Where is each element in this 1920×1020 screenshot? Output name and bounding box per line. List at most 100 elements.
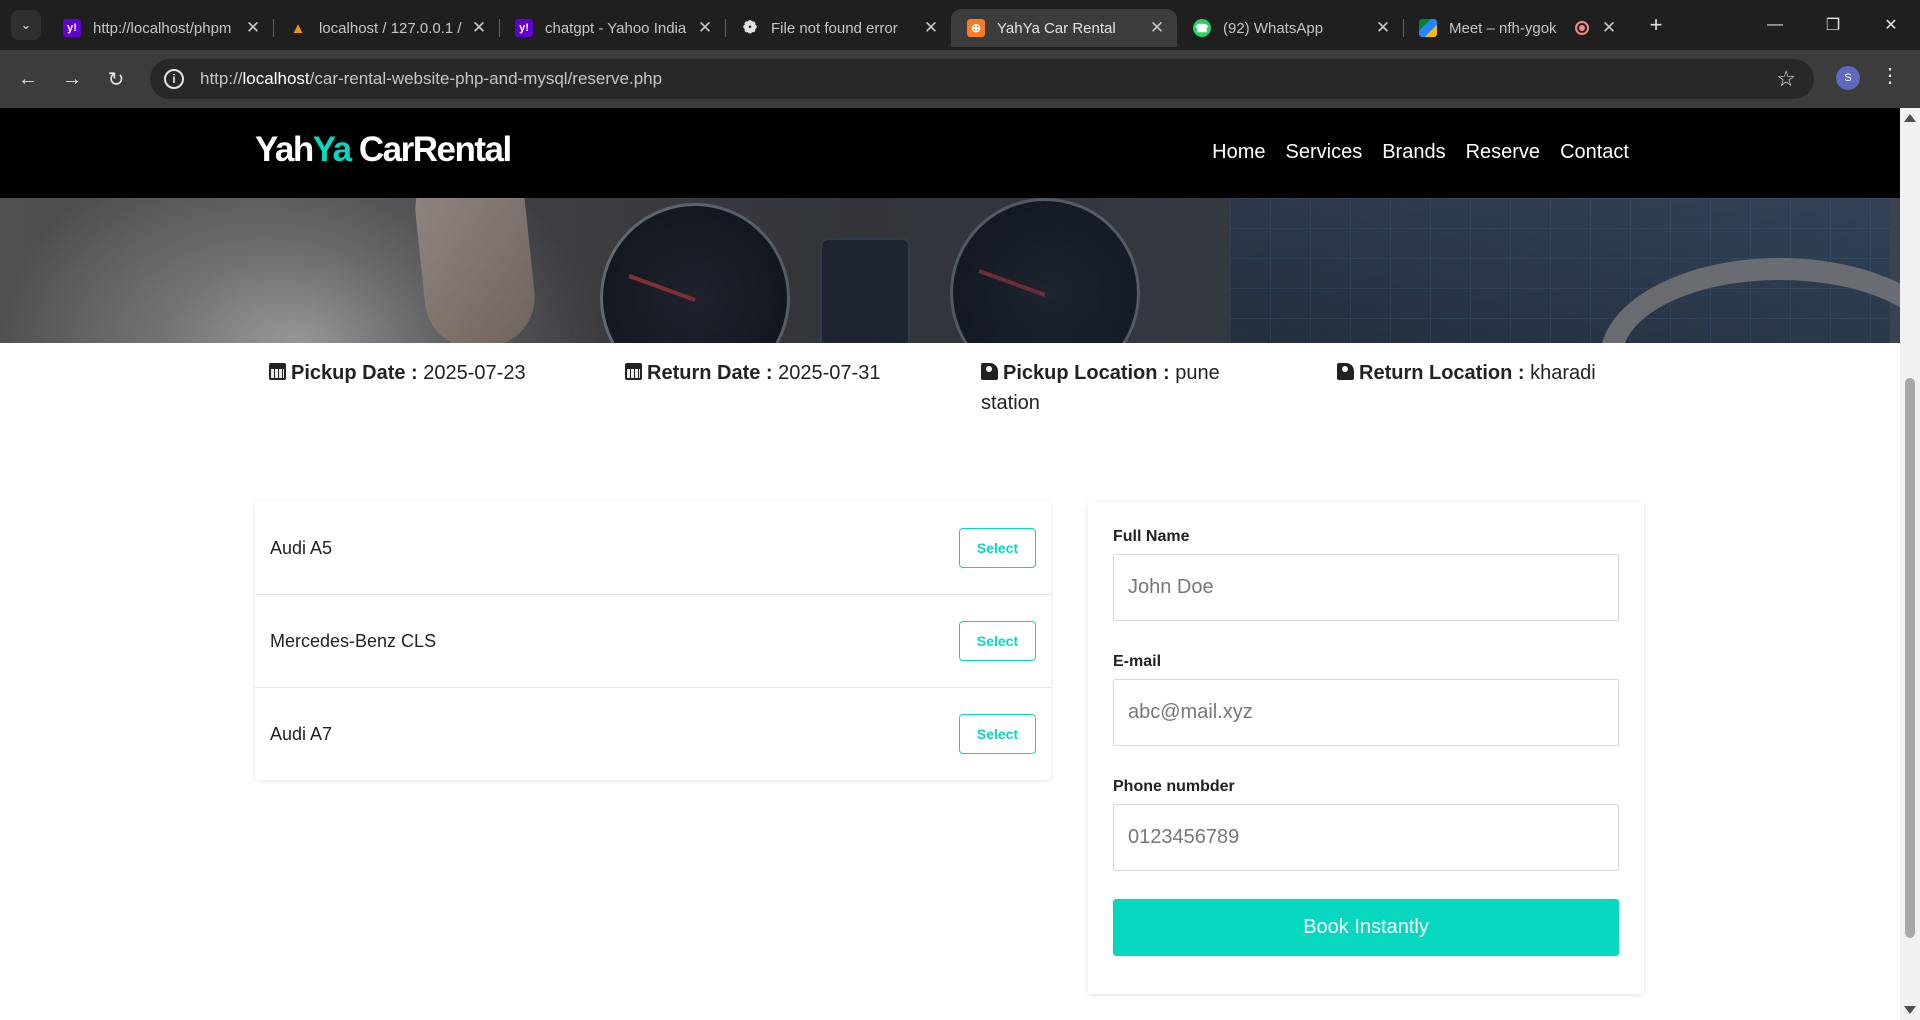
return-date-summary: Return Date : 2025-07-31 — [625, 358, 945, 388]
browser-tab[interactable]: ☎ (92) WhatsApp ✕ — [1177, 9, 1403, 47]
close-icon[interactable]: ✕ — [469, 18, 489, 38]
pickup-date-summary: Pickup Date : 2025-07-23 — [269, 358, 589, 388]
nav-brands[interactable]: Brands — [1382, 141, 1445, 164]
phone-label: Phone numbder — [1113, 778, 1235, 795]
return-location-summary: Return Location : kharadi — [1337, 358, 1657, 388]
browser-tab[interactable]: ▲ localhost / 127.0.0.1 / ✕ — [273, 9, 499, 47]
logo-text-part: CarRental — [350, 130, 512, 169]
site-logo[interactable]: YahYa CarRental — [255, 130, 512, 170]
tab-search-chevron-icon[interactable]: ⌄ — [11, 10, 41, 40]
hero-banner-image — [0, 198, 1900, 343]
site-header: YahYa CarRental Home Services Brands Res… — [0, 108, 1900, 198]
openai-icon: ❁ — [742, 18, 758, 37]
profile-avatar[interactable]: S — [1836, 66, 1860, 90]
logo-text-accent: Ya — [312, 130, 352, 169]
recording-icon — [1575, 21, 1589, 35]
nav-services[interactable]: Services — [1286, 141, 1363, 164]
minimize-icon[interactable]: — — [1746, 0, 1804, 50]
pickup-date-label: Pickup Date : — [291, 362, 418, 384]
phone-input[interactable] — [1113, 804, 1619, 871]
browser-toolbar: ← → ↻ i http://localhost/car-rental-webs… — [0, 50, 1920, 108]
calendar-icon — [269, 363, 286, 380]
forward-arrow-icon[interactable]: → — [50, 68, 94, 91]
page-scrollbar[interactable] — [1900, 108, 1920, 1020]
list-item: Audi A5 Select — [255, 502, 1051, 595]
hero-overlay — [0, 198, 1900, 343]
reload-icon[interactable]: ↻ — [94, 67, 138, 92]
browser-tabs: y! http://localhost/phpm ✕ ▲ localhost /… — [47, 0, 1629, 50]
pickup-location-summary: Pickup Location : pune station — [981, 358, 1266, 418]
bookmark-star-icon[interactable]: ☆ — [1776, 66, 1796, 92]
url-path: /car-rental-website-php-and-mysql/reserv… — [309, 69, 663, 88]
browser-tab[interactable]: y! chatgpt - Yahoo India ✕ — [499, 9, 725, 47]
logo-text-part: Yah — [255, 130, 314, 169]
car-list: Audi A5 Select Mercedes-Benz CLS Select … — [255, 502, 1051, 780]
browser-tab-bar: ⌄ y! http://localhost/phpm ✕ ▲ localhost… — [0, 0, 1920, 50]
browser-tab-active[interactable]: ⊕ YahYa Car Rental ✕ — [951, 9, 1177, 47]
close-icon[interactable]: ✕ — [921, 18, 941, 38]
meet-icon — [1419, 19, 1437, 37]
tab-title: Meet – nfh-ygok — [1449, 19, 1557, 37]
car-name: Audi A7 — [270, 723, 333, 744]
tab-title: File not found error — [771, 19, 898, 37]
url-scheme: http:// — [200, 69, 243, 88]
book-instantly-button[interactable]: Book Instantly — [1113, 899, 1619, 956]
email-input[interactable] — [1113, 679, 1619, 746]
new-tab-plus-icon[interactable]: + — [1641, 12, 1671, 38]
close-icon[interactable]: ✕ — [1147, 18, 1167, 38]
close-icon[interactable]: ✕ — [695, 18, 715, 38]
map-marker-icon — [1337, 363, 1354, 380]
full-name-label: Full Name — [1113, 528, 1190, 545]
site-info-icon[interactable]: i — [164, 69, 184, 89]
tab-title: YahYa Car Rental — [997, 19, 1116, 37]
tab-title: localhost / 127.0.0.1 / — [319, 19, 462, 37]
url-host: localhost — [242, 69, 310, 88]
back-arrow-icon[interactable]: ← — [6, 68, 50, 91]
page-viewport: YahYa CarRental Home Services Brands Res… — [0, 108, 1900, 1020]
phpmyadmin-icon: ▲ — [290, 19, 306, 37]
calendar-icon — [625, 363, 642, 380]
tab-title: chatgpt - Yahoo India — [545, 19, 687, 37]
nav-home[interactable]: Home — [1212, 141, 1265, 164]
select-car-button[interactable]: Select — [959, 528, 1036, 568]
url-text[interactable]: http://localhost/car-rental-website-php-… — [200, 69, 1776, 89]
return-date-value: 2025-07-31 — [778, 362, 881, 384]
return-location-label: Return Location : — [1359, 362, 1525, 384]
browser-menu-icon[interactable]: ⋮ — [1880, 63, 1900, 88]
tab-title: http://localhost/phpm — [93, 19, 232, 37]
pickup-date-value: 2025-07-23 — [423, 362, 526, 384]
browser-tab[interactable]: y! http://localhost/phpm ✕ — [47, 9, 273, 47]
browser-tab[interactable]: Meet – nfh-ygok ✕ — [1403, 9, 1629, 47]
yahoo-icon: y! — [515, 19, 533, 37]
close-icon[interactable]: ✕ — [1599, 18, 1619, 38]
close-window-icon[interactable]: ✕ — [1862, 0, 1920, 50]
return-location-value: kharadi — [1530, 362, 1596, 384]
address-bar[interactable]: i http://localhost/car-rental-website-ph… — [150, 59, 1814, 99]
select-car-button[interactable]: Select — [959, 621, 1036, 661]
list-item: Audi A7 Select — [255, 688, 1051, 780]
car-name: Mercedes-Benz CLS — [270, 630, 437, 651]
browser-tab[interactable]: ❁ File not found error ✕ — [725, 9, 951, 47]
restore-icon[interactable]: ❐ — [1804, 0, 1862, 50]
list-item: Mercedes-Benz CLS Select — [255, 595, 1051, 688]
window-controls: — ❐ ✕ — [1746, 0, 1920, 50]
close-icon[interactable]: ✕ — [243, 18, 263, 38]
scroll-up-arrow-icon[interactable] — [1904, 114, 1916, 122]
select-car-button[interactable]: Select — [959, 714, 1036, 754]
whatsapp-icon: ☎ — [1193, 19, 1211, 37]
close-icon[interactable]: ✕ — [1373, 18, 1393, 38]
full-name-input[interactable] — [1113, 554, 1619, 621]
yahoo-icon: y! — [63, 19, 81, 37]
nav-contact[interactable]: Contact — [1560, 141, 1629, 164]
car-name: Audi A5 — [270, 537, 333, 558]
email-label: E-mail — [1113, 653, 1162, 670]
map-marker-icon — [981, 363, 998, 380]
nav-reserve[interactable]: Reserve — [1466, 141, 1540, 164]
xampp-icon: ⊕ — [967, 19, 985, 37]
pickup-location-label: Pickup Location : — [1003, 362, 1170, 384]
tab-title: (92) WhatsApp — [1223, 19, 1324, 37]
return-date-label: Return Date : — [647, 362, 773, 384]
scroll-down-arrow-icon[interactable] — [1904, 1006, 1916, 1014]
scrollbar-thumb[interactable] — [1905, 378, 1915, 938]
main-nav: Home Services Brands Reserve Contact — [1212, 141, 1629, 164]
